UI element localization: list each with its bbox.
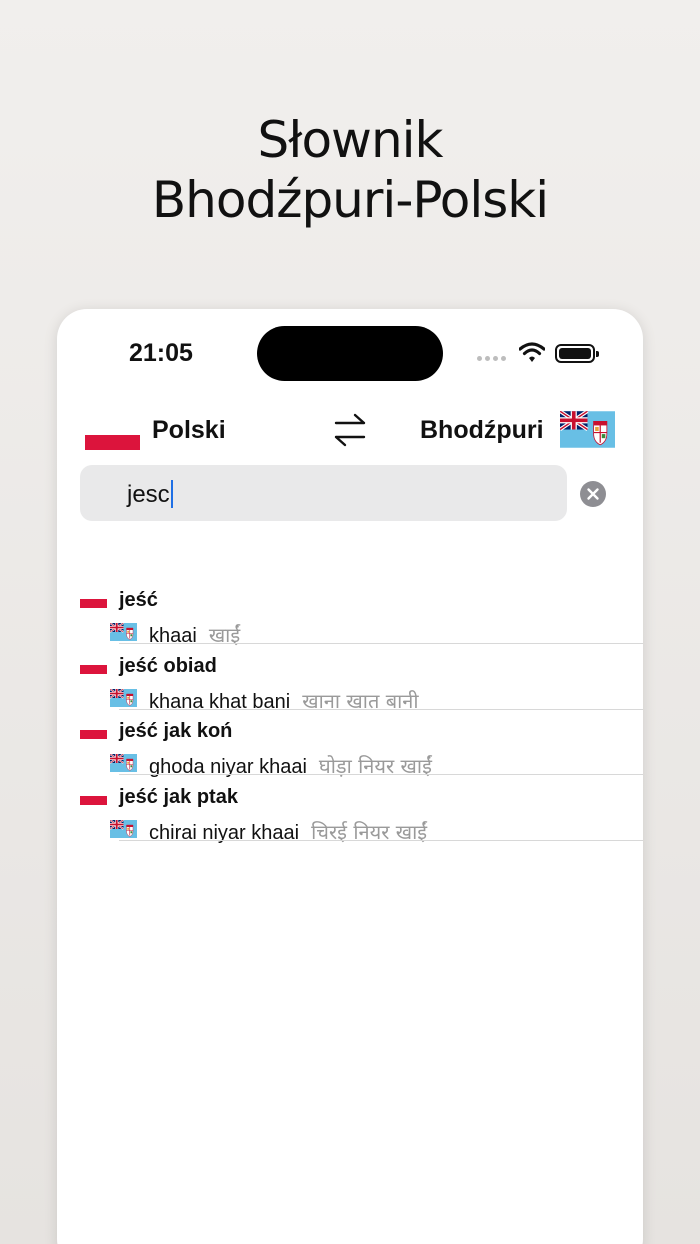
cellular-signal-icon	[477, 356, 507, 362]
translation-row: ghoda niyar khaai घोड़ा नियर खाईं	[110, 752, 643, 778]
results-list: jeść khaai खाईं jeść obiad khana khat ban…	[57, 579, 643, 844]
fiji-flag-icon	[110, 754, 137, 772]
search-input-value[interactable]: jesc	[127, 480, 173, 509]
list-item[interactable]: jeść khaai खाईं	[57, 579, 643, 647]
source-language-label[interactable]: Polski	[152, 416, 226, 445]
promo-title-line1: Słownik	[257, 111, 444, 169]
list-item[interactable]: jeść jak ptak chirai niyar khaai चिरई निय…	[57, 776, 643, 844]
list-item[interactable]: jeść jak koń ghoda niyar khaai घोड़ा नियर…	[57, 710, 643, 778]
entry-headword: jeść jak ptak	[119, 786, 238, 809]
divider	[119, 840, 643, 842]
list-item[interactable]: jeść obiad khana khat bani खाना खात बानी	[57, 645, 643, 713]
fiji-flag-icon	[110, 689, 137, 707]
source-language-flag-icon[interactable]	[85, 420, 140, 450]
poland-flag-icon	[80, 659, 107, 674]
wifi-icon	[519, 342, 545, 362]
poland-flag-icon	[80, 594, 107, 608]
entry-headword: jeść jak koń	[119, 720, 233, 743]
swap-languages-icon[interactable]	[333, 412, 367, 448]
fiji-flag-icon	[110, 623, 137, 641]
status-time: 21:05	[129, 339, 193, 367]
translation-row: khaai खाईं	[110, 621, 643, 647]
promo-title-line2: Bhodźpuri-Polski	[151, 171, 549, 229]
translation-row: chirai niyar khaai चिरई नियर खाईं	[110, 818, 643, 844]
target-language-label[interactable]: Bhodźpuri	[420, 416, 544, 445]
text-caret	[170, 480, 173, 508]
search-input[interactable]: jesc	[80, 465, 567, 521]
status-icons	[477, 339, 599, 369]
clear-search-button[interactable]	[580, 481, 606, 507]
dynamic-island	[257, 326, 443, 381]
battery-icon	[555, 344, 599, 363]
poland-flag-icon	[80, 725, 107, 740]
target-language-flag-icon[interactable]	[560, 411, 615, 448]
close-icon	[587, 488, 599, 500]
promo-title: Słownik Bhodźpuri-Polski	[0, 110, 700, 230]
poland-flag-icon	[80, 791, 107, 806]
phone-screen: 21:05 Polski Bhodźpuri jesc jeść khaai ख…	[57, 309, 643, 1244]
entry-headword: jeść	[119, 589, 158, 611]
translation-row: khana khat bani खाना खात बानी	[110, 687, 643, 713]
fiji-flag-icon	[110, 820, 137, 838]
entry-headword: jeść obiad	[119, 654, 217, 677]
